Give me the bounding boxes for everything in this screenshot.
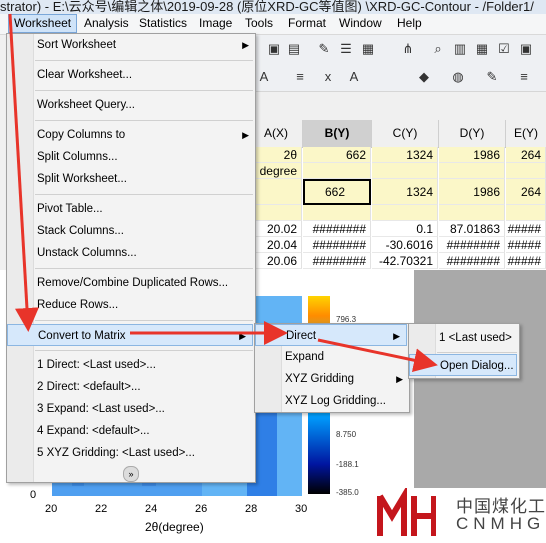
annotation-arrows xyxy=(8,13,438,373)
arrow-to-open-dialog xyxy=(317,338,438,373)
arrow-to-convert-menu xyxy=(8,13,39,332)
